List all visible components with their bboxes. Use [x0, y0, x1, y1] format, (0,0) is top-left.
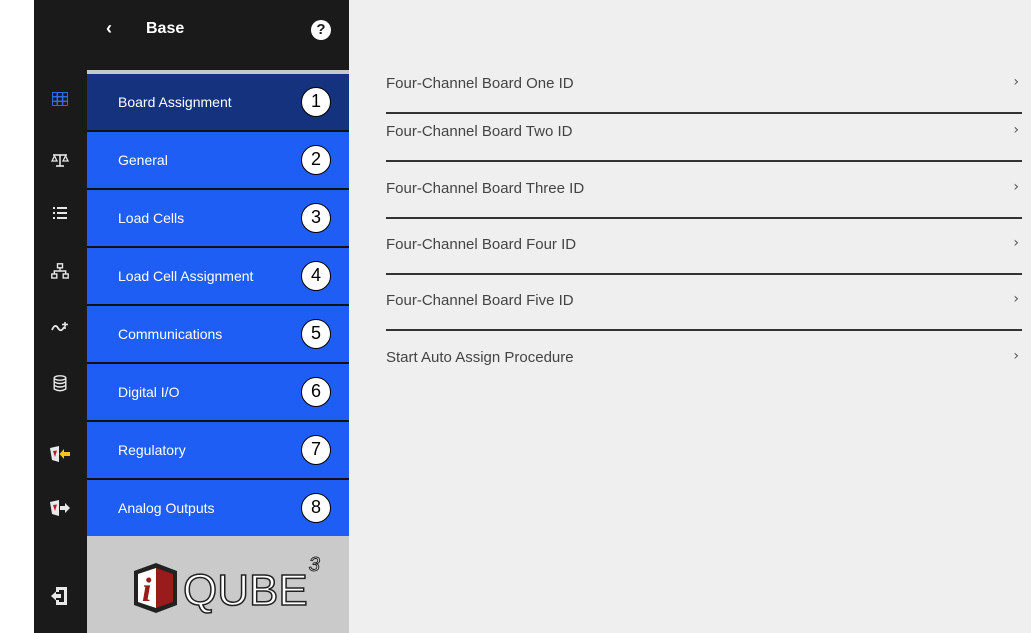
nav-item-label: Load Cells	[118, 210, 185, 226]
nav-item-label: Digital I/O	[118, 384, 180, 400]
nav-item-board-assignment[interactable]: Board Assignment 1	[87, 74, 349, 132]
export-icon[interactable]	[47, 495, 73, 521]
nav-item-number-badge: 4	[301, 261, 331, 291]
nav-item-load-cells[interactable]: Load Cells 3	[87, 190, 349, 248]
nav-item-communications[interactable]: Communications 5	[87, 306, 349, 364]
app-window: ‹ Base ? Board Assignment 1 General 2 Lo…	[34, 0, 1031, 633]
nav-item-label: Communications	[118, 326, 223, 342]
nav-item-label: Board Assignment	[118, 94, 232, 110]
list-item-label: Four-Channel Board Four ID	[386, 236, 577, 253]
nav-header: ‹ Base ?	[87, 0, 349, 70]
logo-letter: i	[142, 572, 152, 609]
nav-item-number-badge: 6	[301, 377, 331, 407]
nav-item-number-badge: 3	[301, 203, 331, 233]
list-item-board-three-id[interactable]: Four-Channel Board Three ID ›	[386, 162, 1022, 219]
list-item-board-two-id[interactable]: Four-Channel Board Two ID ›	[386, 105, 1022, 162]
back-button[interactable]: ‹	[106, 18, 112, 39]
nav-item-number-badge: 1	[301, 87, 331, 117]
nav-item-analog-outputs[interactable]: Analog Outputs 8	[87, 480, 349, 538]
nav-item-label: General	[118, 152, 168, 168]
nav-item-label: Load Cell Assignment	[118, 268, 254, 284]
scale-icon[interactable]	[47, 147, 73, 173]
list-item-label: Four-Channel Board Three ID	[386, 180, 585, 197]
iqube-logo: i QUBE 3	[131, 554, 320, 615]
list-item-label: Four-Channel Board Five ID	[386, 292, 574, 309]
chevron-right-icon: ›	[1013, 74, 1019, 90]
logo-cube-icon: i	[134, 563, 177, 613]
nav-item-number-badge: 2	[301, 145, 331, 175]
list-item-label: Start Auto Assign Procedure	[386, 349, 574, 366]
signal-icon[interactable]	[47, 314, 73, 340]
nav-title: Base	[146, 20, 185, 37]
nav-item-label: Regulatory	[118, 442, 186, 458]
nav-item-number-badge: 5	[301, 319, 331, 349]
list-item-start-auto-assign[interactable]: Start Auto Assign Procedure ›	[386, 331, 1022, 388]
chevron-right-icon: ›	[1013, 291, 1019, 307]
settings-nav-panel: ‹ Base ? Board Assignment 1 General 2 Lo…	[87, 0, 349, 633]
icon-rail	[34, 0, 87, 633]
database-icon[interactable]	[47, 370, 73, 396]
nav-item-digital-io[interactable]: Digital I/O 6	[87, 364, 349, 422]
list-item-label: Four-Channel Board One ID	[386, 75, 574, 92]
nav-list: Board Assignment 1 General 2 Load Cells …	[87, 74, 349, 538]
logo-area: i QUBE 3	[87, 536, 349, 633]
chevron-right-icon: ›	[1013, 122, 1019, 138]
logo-superscript: 3	[308, 554, 320, 577]
help-icon[interactable]: ?	[311, 20, 331, 40]
grid-icon[interactable]	[47, 86, 73, 112]
logo-text: QUBE	[182, 566, 308, 615]
nav-item-regulatory[interactable]: Regulatory 7	[87, 422, 349, 480]
list-icon[interactable]	[47, 200, 73, 226]
import-icon[interactable]	[47, 441, 73, 467]
chevron-right-icon: ›	[1013, 179, 1019, 195]
chevron-right-icon: ›	[1013, 235, 1019, 251]
list-item-board-five-id[interactable]: Four-Channel Board Five ID ›	[386, 274, 1022, 331]
nav-item-general[interactable]: General 2	[87, 132, 349, 190]
network-icon[interactable]	[47, 258, 73, 284]
file-exit-icon[interactable]	[47, 583, 73, 609]
chevron-right-icon: ›	[1013, 348, 1019, 364]
nav-item-label: Analog Outputs	[118, 500, 215, 516]
main-content: Four-Channel Board One ID › Four-Channel…	[349, 0, 1031, 633]
nav-item-load-cell-assignment[interactable]: Load Cell Assignment 4	[87, 248, 349, 306]
list-item-board-four-id[interactable]: Four-Channel Board Four ID ›	[386, 218, 1022, 275]
list-item-label: Four-Channel Board Two ID	[386, 123, 573, 140]
nav-item-number-badge: 7	[301, 435, 331, 465]
nav-item-number-badge: 8	[301, 493, 331, 523]
